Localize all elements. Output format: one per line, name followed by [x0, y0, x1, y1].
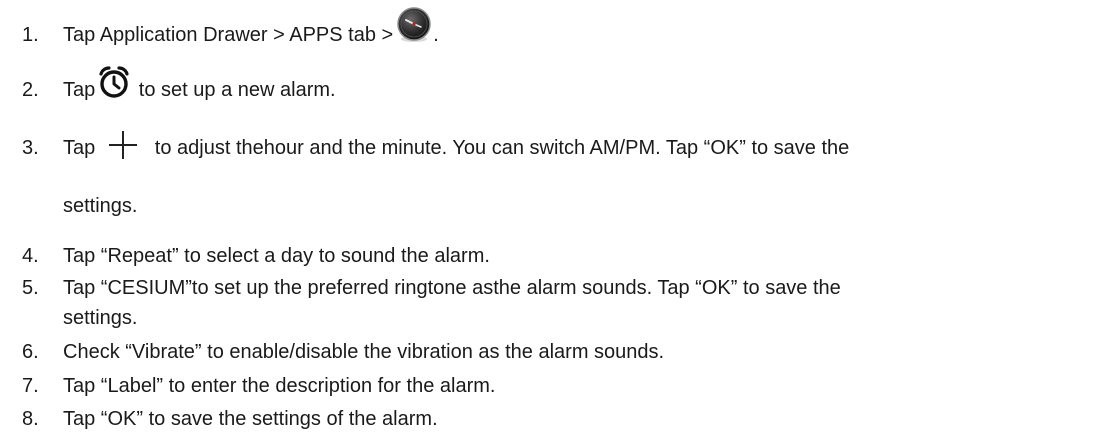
step-text-after: to set up a new alarm.: [133, 79, 336, 101]
add-alarm-icon: [97, 65, 131, 99]
step-text-continuation: settings.: [63, 195, 138, 217]
step-text: Tap Application Drawer > APPS tab > .: [63, 6, 439, 47]
step-number: 8.: [22, 408, 39, 430]
step-text: Tap “Label” to enter the description for…: [63, 375, 496, 397]
step-text: Check “Vibrate” to enable/disable the vi…: [63, 341, 665, 363]
plus-icon: [107, 129, 139, 161]
step-text-before: Tap: [63, 79, 96, 101]
step-text-after: to adjust thehour and the minute. You ca…: [149, 137, 850, 159]
step-text-before: Tap Application Drawer > APPS tab >: [63, 24, 394, 46]
instruction-list: 1. Tap Application Drawer > APPS tab > .…: [0, 0, 1117, 439]
step-number: 6.: [22, 341, 39, 363]
step-number: 5.: [22, 277, 39, 299]
step-text: Tap to adjust thehour and the minute. Yo…: [63, 130, 850, 161]
step-text: Tap “CESIUM”to set up the preferred ring…: [63, 277, 841, 299]
step-text-after: .: [433, 24, 439, 46]
step-text: Tap “OK” to save the settings of the ala…: [63, 408, 438, 430]
step-text: Tap to set up a new alarm.: [63, 66, 336, 102]
step-number: 2.: [22, 79, 39, 101]
step-text-before: Tap: [63, 137, 96, 159]
step-text: Tap “Repeat” to select a day to sound th…: [63, 245, 490, 267]
step-text-continuation: settings.: [63, 307, 138, 329]
clock-app-icon: [395, 6, 433, 44]
step-number: 3.: [22, 137, 39, 159]
step-number: 4.: [22, 245, 39, 267]
step-number: 7.: [22, 375, 39, 397]
step-number: 1.: [22, 24, 39, 46]
